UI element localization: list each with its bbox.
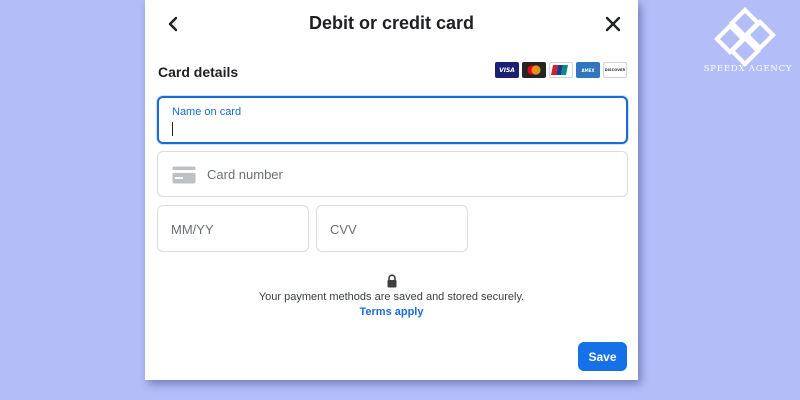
cvv-field[interactable]: CVV [316, 205, 468, 252]
terms-apply-link[interactable]: Terms apply [145, 306, 638, 318]
name-on-card-label: Name on card [172, 106, 242, 118]
cvv-placeholder: CVV [330, 222, 357, 237]
expiry-placeholder: MM/YY [171, 222, 214, 237]
expiry-date-field[interactable]: MM/YY [157, 205, 309, 252]
visa-logo-text: VISA [499, 66, 515, 74]
payment-dialog: Debit or credit card Card details VISA A… [145, 0, 638, 380]
card-brand-logos: VISA AMEX DISCOVER [495, 62, 627, 78]
card-details-heading: Card details [158, 64, 239, 80]
amex-logo-text: AMEX [581, 67, 595, 73]
credit-card-icon [172, 166, 196, 184]
name-on-card-field[interactable]: Name on card [157, 96, 628, 144]
discover-logo: DISCOVER [603, 62, 627, 78]
visa-logo: VISA [495, 62, 519, 78]
close-button[interactable] [603, 14, 623, 34]
unionpay-logo [549, 62, 573, 78]
security-note: Your payment methods are saved and store… [258, 291, 525, 303]
lock-icon [387, 274, 397, 288]
discover-logo-text: DISCOVER [604, 68, 626, 72]
mastercard-logo [522, 62, 546, 78]
text-cursor [172, 122, 173, 136]
card-number-field[interactable]: Card number [157, 151, 628, 197]
dialog-title: Debit or credit card [308, 13, 475, 33]
close-icon [605, 16, 621, 32]
speedx-agency-logo [714, 7, 776, 67]
save-button[interactable]: Save [578, 342, 627, 371]
card-number-placeholder: Card number [207, 167, 283, 182]
amex-logo: AMEX [576, 62, 600, 78]
agency-name-watermark: SPEEDX AGENCY [703, 64, 793, 74]
